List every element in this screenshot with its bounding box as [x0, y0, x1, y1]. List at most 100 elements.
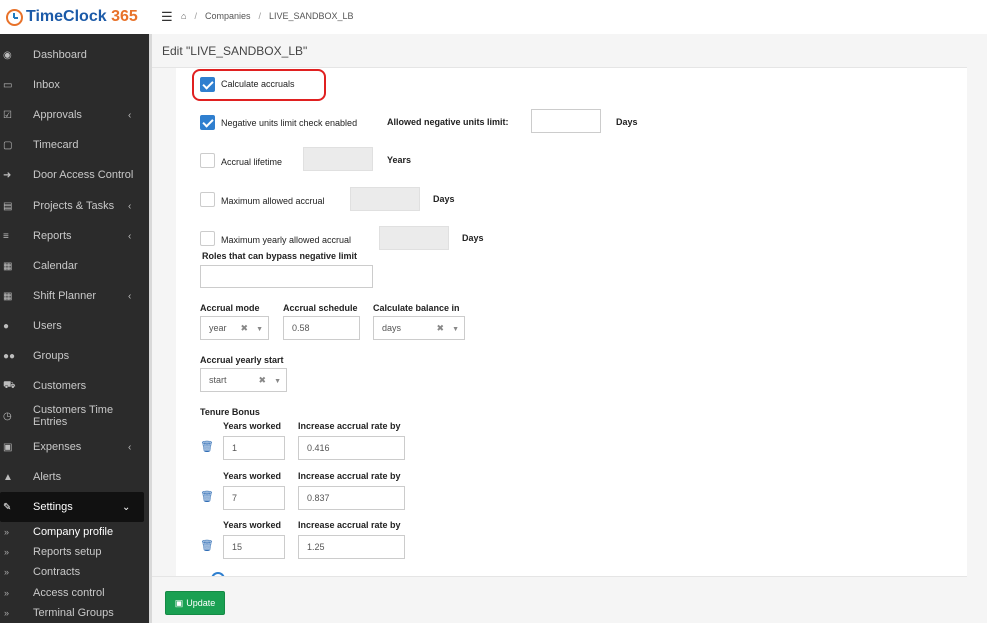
trash-icon[interactable]: 🗑: [200, 490, 214, 503]
tenure-rate-input[interactable]: 0.837: [298, 486, 405, 510]
tasks-icon: ▤: [3, 200, 13, 212]
years-worked-header: Years worked: [223, 471, 282, 481]
sidebar-item-shift-planner[interactable]: ▦ Shift Planner ‹: [0, 281, 150, 311]
chevron-down-icon: ⌄: [122, 501, 131, 513]
rate-increase-header: Increase accrual rate by: [298, 520, 401, 530]
calendar-grid-icon: ▦: [3, 260, 13, 272]
breadcrumb: ⌂ / Companies / LIVE_SANDBOX_LB: [181, 11, 354, 21]
chevron-left-icon: ‹: [128, 441, 132, 453]
app-logo[interactable]: TimeClock 365: [0, 0, 150, 34]
tenure-years-input[interactable]: 1: [223, 436, 285, 460]
sidebar-item-alerts[interactable]: ▲ Alerts: [0, 462, 150, 492]
tenure-years-input[interactable]: 15: [223, 535, 285, 559]
accrual-mode-value: year: [209, 323, 227, 333]
max-allowed-accrual-input[interactable]: [350, 187, 420, 211]
accrual-lifetime-input[interactable]: [303, 147, 373, 171]
bell-icon: ▲: [3, 471, 13, 483]
tenure-years-input[interactable]: 7: [223, 486, 285, 510]
accrual-lifetime-label: Accrual lifetime: [221, 157, 283, 167]
sidebar-item-calendar[interactable]: ▦ Calendar: [0, 251, 150, 281]
hamburger-menu-icon[interactable]: ☰: [161, 9, 173, 25]
calculate-balance-label: Calculate balance in: [373, 303, 460, 313]
breadcrumb-companies[interactable]: Companies: [205, 11, 251, 21]
accrual-yearly-start-value: start: [209, 375, 227, 385]
trash-icon[interactable]: 🗑: [200, 440, 214, 453]
tenure-bonus-label: Tenure Bonus: [200, 407, 260, 417]
table-icon: ▦: [3, 290, 13, 302]
max-yearly-accrual-input[interactable]: [379, 226, 449, 250]
users-icon: ●●: [3, 350, 16, 362]
caret-down-icon[interactable]: ▼: [256, 326, 263, 333]
trash-icon[interactable]: 🗑: [200, 539, 214, 552]
breadcrumb-current: LIVE_SANDBOX_LB: [269, 11, 354, 21]
double-chevron-right-icon: »: [4, 567, 10, 577]
double-chevron-right-icon: »: [4, 588, 10, 598]
allowed-negative-unit: Days: [616, 117, 638, 127]
list-icon: ≡: [3, 230, 9, 242]
tenure-rate-input[interactable]: 1.25: [298, 535, 405, 559]
accrual-lifetime-unit: Years: [387, 155, 412, 165]
max-allowed-accrual-checkbox[interactable]: [200, 192, 215, 207]
sidebar-item-expenses[interactable]: ▣ Expenses ‹: [0, 432, 150, 462]
sidebar-item-users[interactable]: ● Users: [0, 311, 150, 341]
sidebar-item-door-access-control[interactable]: ➜ Door Access Control: [0, 160, 150, 190]
page-title: Edit "LIVE_SANDBOX_LB": [162, 44, 308, 58]
clear-icon[interactable]: ✖: [437, 323, 445, 333]
allowed-negative-input[interactable]: [531, 109, 601, 133]
sidebar-item-settings[interactable]: ✎ Settings ⌄: [0, 492, 144, 522]
caret-down-icon[interactable]: ▼: [274, 378, 281, 385]
content-header: Edit "LIVE_SANDBOX_LB": [152, 34, 987, 68]
clear-icon[interactable]: ✖: [259, 375, 267, 385]
double-chevron-right-icon: »: [4, 608, 10, 618]
chevron-left-icon: ‹: [128, 290, 132, 302]
max-yearly-accrual-label: Maximum yearly allowed accrual: [221, 235, 352, 245]
roles-bypass-input[interactable]: [200, 265, 373, 288]
accrual-lifetime-checkbox[interactable]: [200, 153, 215, 168]
negative-units-checkbox[interactable]: [200, 115, 215, 130]
sidebar-subitem-access-control[interactable]: » Access control: [0, 583, 150, 603]
breadcrumb-separator: /: [194, 11, 197, 21]
clear-icon[interactable]: ✖: [241, 323, 249, 333]
calculate-balance-value: days: [382, 323, 402, 333]
home-icon[interactable]: ⌂: [181, 11, 186, 21]
sidebar-item-customers[interactable]: ⛟ Customers: [0, 371, 150, 401]
tenure-rate-input[interactable]: 0.416: [298, 436, 405, 460]
sidebar-subitem-company-profile[interactable]: » Company profile: [0, 522, 150, 542]
max-allowed-accrual-label: Maximum allowed accrual: [221, 196, 325, 206]
page-gutter: [967, 34, 987, 623]
accrual-yearly-start-select[interactable]: start ✖ ▼: [200, 368, 287, 392]
sidebar-item-customers-time-entries[interactable]: ◷ Customers Time Entries: [0, 401, 150, 431]
rate-increase-header: Increase accrual rate by: [298, 421, 401, 431]
chevron-left-icon: ‹: [128, 230, 132, 242]
sidebar-item-inbox[interactable]: ▭ Inbox: [0, 70, 150, 100]
breadcrumb-separator: /: [258, 11, 261, 21]
double-chevron-right-icon: »: [4, 547, 10, 557]
accrual-schedule-input[interactable]: 0.58: [283, 316, 360, 340]
sidebar-subitem-contracts[interactable]: » Contracts: [0, 562, 150, 582]
check-square-icon: ☑: [3, 109, 12, 121]
calendar-icon: ▢: [3, 139, 13, 151]
user-icon: ●: [3, 320, 10, 332]
double-chevron-right-icon: »: [4, 527, 10, 537]
sidebar-item-timecard[interactable]: ▢ Timecard: [0, 130, 150, 160]
inbox-icon: ▭: [3, 79, 13, 91]
calculate-accruals-checkbox[interactable]: [200, 77, 215, 92]
sidebar-item-groups[interactable]: ●● Groups: [0, 341, 150, 371]
cart-icon: ⛟: [3, 379, 16, 391]
sidebar-item-projects-tasks[interactable]: ▤ Projects & Tasks ‹: [0, 191, 150, 221]
update-button[interactable]: ▣ Update: [165, 591, 225, 615]
roles-bypass-label: Roles that can bypass negative limit: [202, 251, 358, 261]
sidebar-subitem-terminal-groups[interactable]: » Terminal Groups: [0, 603, 150, 623]
wrench-icon: ✎: [3, 501, 12, 513]
caret-down-icon[interactable]: ▼: [452, 326, 459, 333]
years-worked-header: Years worked: [223, 520, 282, 530]
max-allowed-accrual-unit: Days: [433, 194, 455, 204]
calculate-balance-select[interactable]: days ✖ ▼: [373, 316, 465, 340]
sidebar-item-dashboard[interactable]: ◉ Dashboard: [0, 40, 150, 70]
sidebar-subitem-reports-setup[interactable]: » Reports setup: [0, 542, 150, 562]
max-yearly-accrual-checkbox[interactable]: [200, 231, 215, 246]
dashboard-icon: ◉: [3, 49, 12, 61]
accrual-mode-select[interactable]: year ✖ ▼: [200, 316, 269, 340]
sidebar-item-reports[interactable]: ≡ Reports ‹: [0, 221, 150, 251]
sidebar-item-approvals[interactable]: ☑ Approvals ‹: [0, 100, 150, 130]
